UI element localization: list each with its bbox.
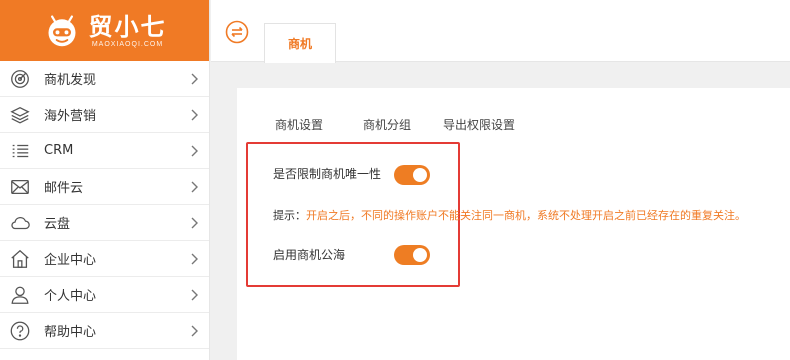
public-sea-toggle[interactable] bbox=[394, 245, 430, 265]
setting-limit-unique: 是否限制商机唯一性 bbox=[273, 165, 381, 182]
settings-subtabs: 商机设置 商机分组 导出权限设置 bbox=[275, 116, 555, 133]
home-icon bbox=[8, 247, 32, 271]
chevron-right-icon bbox=[179, 109, 209, 121]
cloud-icon bbox=[8, 211, 32, 235]
sidebar-item-opportunity-discovery[interactable]: 商机发现 bbox=[0, 61, 209, 97]
hint-text-line: 提示：开启之后，不同的操作账户不能关注同一商机，系统不处理开启之前已经存在的重复… bbox=[273, 207, 746, 223]
subtab-export-permissions[interactable]: 导出权限设置 bbox=[443, 116, 515, 133]
sidebar-item-help-center[interactable]: 帮助中心 bbox=[0, 313, 209, 349]
layers-icon bbox=[8, 103, 32, 127]
radar-icon bbox=[8, 67, 32, 91]
hint-message: 开启之后，不同的操作账户不能关注同一商机，系统不处理开启之前已经存在的重复关注。 bbox=[306, 209, 746, 222]
sidebar-item-crm[interactable]: CRM bbox=[0, 133, 209, 169]
toggle-knob bbox=[413, 248, 427, 262]
chevron-right-icon bbox=[179, 325, 209, 337]
help-icon bbox=[8, 319, 32, 343]
sidebar-item-personal-center[interactable]: 个人中心 bbox=[0, 277, 209, 313]
chevron-right-icon bbox=[179, 253, 209, 265]
chevron-right-icon bbox=[179, 217, 209, 229]
sidebar-item-label: 帮助中心 bbox=[44, 325, 97, 340]
sidebar-toggle-icon[interactable] bbox=[225, 20, 249, 44]
sidebar-item-label: 商机发现 bbox=[44, 73, 97, 88]
subtab-opportunity-groups[interactable]: 商机分组 bbox=[363, 116, 411, 133]
robot-logo-icon bbox=[43, 12, 81, 50]
chevron-right-icon bbox=[179, 145, 209, 157]
limit-unique-toggle[interactable] bbox=[394, 165, 430, 185]
tab-opportunity[interactable]: 商机 bbox=[264, 23, 336, 63]
brand-name: 贸小七 bbox=[88, 13, 167, 41]
sidebar-item-label: 企业中心 bbox=[44, 253, 97, 268]
sidebar: 贸小七 MAOXIAOQI.COM 商机发现 海外营销 CRM 邮件云 云盘 企… bbox=[0, 0, 210, 360]
brand-subtitle: MAOXIAOQI.COM bbox=[91, 41, 164, 48]
chevron-right-icon bbox=[179, 289, 209, 301]
sidebar-item-label: 海外营销 bbox=[44, 109, 97, 124]
toggle-knob bbox=[413, 168, 427, 182]
chevron-right-icon bbox=[179, 181, 209, 193]
sidebar-item-overseas-marketing[interactable]: 海外营销 bbox=[0, 97, 209, 133]
list-icon bbox=[8, 139, 32, 163]
sidebar-item-mail-cloud[interactable]: 邮件云 bbox=[0, 169, 209, 205]
setting-public-sea: 启用商机公海 bbox=[273, 246, 345, 263]
hint-prefix: 提示： bbox=[273, 209, 306, 222]
sidebar-item-label: CRM bbox=[44, 143, 74, 158]
top-bar: 商机 bbox=[211, 0, 790, 63]
sidebar-item-label: 云盘 bbox=[44, 217, 71, 232]
sidebar-item-cloud-disk[interactable]: 云盘 bbox=[0, 205, 209, 241]
sidebar-item-label: 邮件云 bbox=[44, 181, 84, 196]
sidebar-item-label: 个人中心 bbox=[44, 289, 97, 304]
sidebar-item-enterprise-center[interactable]: 企业中心 bbox=[0, 241, 209, 277]
sidebar-menu: 商机发现 海外营销 CRM 邮件云 云盘 企业中心 个人中心 帮助中心 bbox=[0, 61, 209, 349]
subtab-opportunity-settings[interactable]: 商机设置 bbox=[275, 116, 323, 133]
chevron-right-icon bbox=[179, 73, 209, 85]
user-icon bbox=[8, 283, 32, 307]
setting-limit-unique-label: 是否限制商机唯一性 bbox=[273, 167, 382, 181]
brand-logo[interactable]: 贸小七 MAOXIAOQI.COM bbox=[0, 0, 209, 61]
mail-icon bbox=[8, 175, 32, 199]
setting-public-sea-label: 启用商机公海 bbox=[273, 248, 346, 262]
